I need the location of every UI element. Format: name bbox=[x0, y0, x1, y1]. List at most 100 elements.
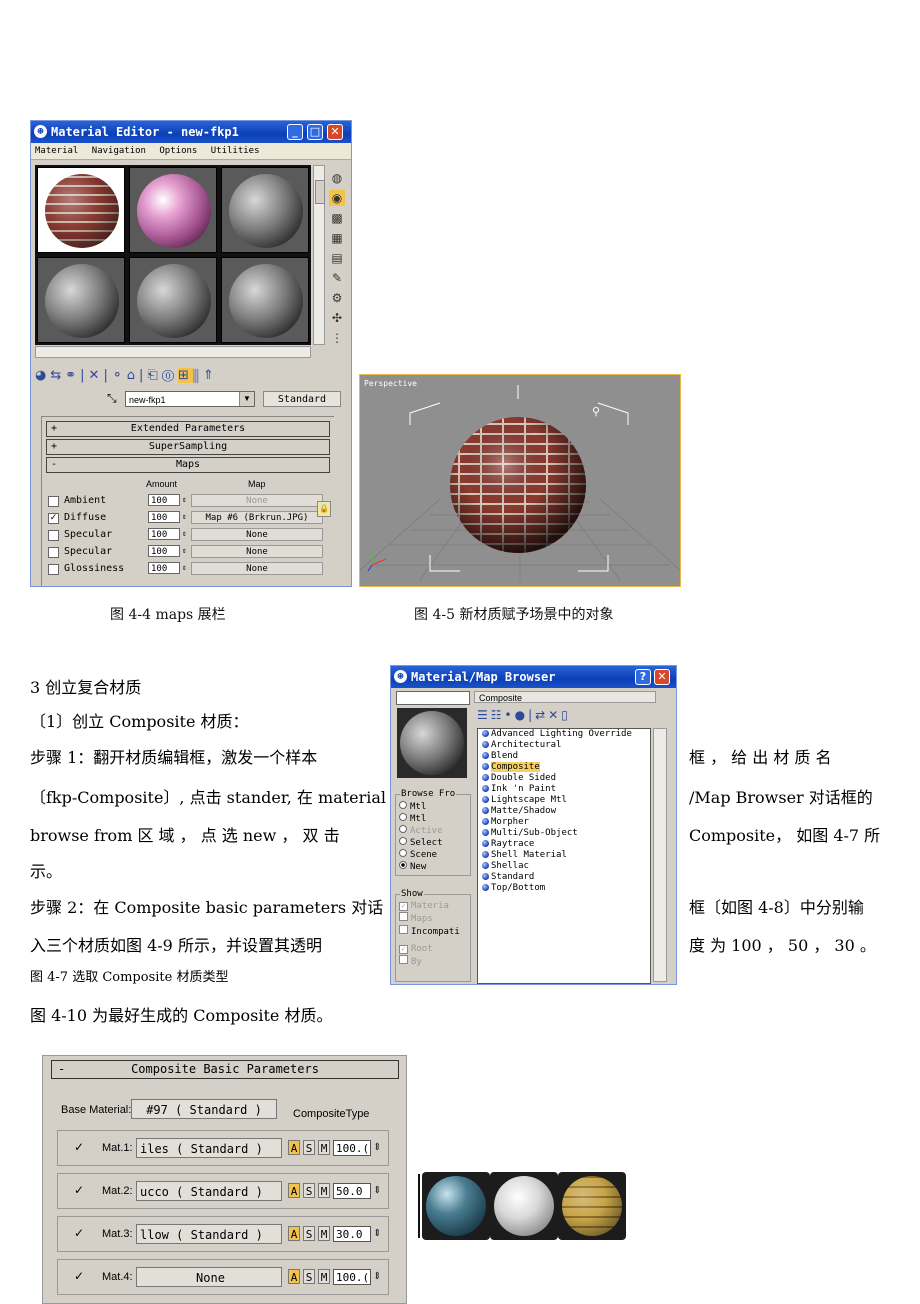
material-type-item[interactable]: Advanced Lighting Override bbox=[478, 729, 650, 740]
browser-titlebar[interactable]: ⊛ Material/Map Browser ? ✕ bbox=[391, 666, 676, 688]
reset-icon[interactable]: ✕ bbox=[89, 368, 104, 383]
sample-slot-5[interactable] bbox=[129, 257, 217, 343]
navigator-icon[interactable]: ⋮ bbox=[329, 330, 345, 346]
material-type-item[interactable]: Morpher bbox=[478, 817, 650, 828]
mix-toggle[interactable]: M bbox=[318, 1269, 330, 1284]
map-slot-button[interactable]: None bbox=[191, 528, 323, 541]
mat-amount-field[interactable]: 100.( bbox=[333, 1269, 371, 1285]
menu-navigation[interactable]: Navigation bbox=[92, 146, 146, 156]
rollout-supersampling[interactable]: + SuperSampling bbox=[46, 439, 330, 455]
base-material-button[interactable]: #97 ( Standard ) bbox=[131, 1099, 277, 1119]
mat-material-button[interactable]: ucco ( Standard ) bbox=[136, 1181, 282, 1201]
mat-material-button[interactable]: None bbox=[136, 1267, 282, 1287]
additive-toggle[interactable]: A bbox=[288, 1183, 300, 1198]
material-type-item[interactable]: Blend bbox=[478, 751, 650, 762]
map-amount-field[interactable]: 100 bbox=[148, 545, 180, 557]
select-by-material-icon[interactable]: ✣ bbox=[329, 310, 345, 326]
put-library-icon[interactable]: ⎗ bbox=[147, 368, 161, 383]
map-checkbox[interactable]: ✓ bbox=[48, 513, 59, 524]
spinner-icon[interactable]: ⇕ bbox=[373, 1226, 381, 1242]
subtractive-toggle[interactable]: S bbox=[303, 1269, 315, 1284]
menu-utilities[interactable]: Utilities bbox=[211, 146, 260, 156]
browser-list-scrollbar[interactable] bbox=[653, 728, 667, 982]
spinner-icon[interactable]: ⇕ bbox=[182, 562, 187, 574]
list-view-icon[interactable]: ☰ bbox=[477, 708, 491, 722]
scroll-thumb[interactable] bbox=[315, 180, 325, 204]
effects-channel-icon[interactable]: ⓪ bbox=[162, 368, 178, 383]
subtractive-toggle[interactable]: S bbox=[303, 1226, 315, 1241]
spinner-icon[interactable]: ⇕ bbox=[182, 528, 187, 540]
map-amount-field[interactable]: 100 bbox=[148, 562, 180, 574]
lock-icon[interactable]: 🔒 bbox=[317, 501, 331, 517]
mat-enable-checkbox[interactable]: ✓ bbox=[74, 1270, 84, 1282]
spinner-icon[interactable]: ⇕ bbox=[182, 545, 187, 557]
mix-toggle[interactable]: M bbox=[318, 1226, 330, 1241]
radio-active-slot[interactable]: Active bbox=[399, 825, 467, 837]
map-checkbox[interactable] bbox=[48, 547, 59, 558]
mat-amount-field[interactable]: 30.0 bbox=[333, 1226, 371, 1242]
mat-enable-checkbox[interactable]: ✓ bbox=[74, 1227, 84, 1239]
video-color-icon[interactable]: ▤ bbox=[329, 250, 345, 266]
perspective-viewport[interactable]: Perspective ⚲ bbox=[359, 374, 681, 587]
checkbox-maps[interactable]: Maps bbox=[399, 912, 467, 925]
checkbox-root[interactable]: ✓ Root bbox=[399, 944, 467, 955]
mix-toggle[interactable]: M bbox=[318, 1183, 330, 1198]
sample-slot-4[interactable] bbox=[37, 257, 125, 343]
large-icons-view-icon[interactable]: ● bbox=[515, 708, 528, 722]
close-button[interactable]: ✕ bbox=[654, 669, 670, 685]
background-icon[interactable]: ▩ bbox=[329, 210, 345, 226]
sample-slot-2[interactable] bbox=[129, 167, 217, 253]
map-checkbox[interactable] bbox=[48, 530, 59, 541]
spinner-icon[interactable]: ⇕ bbox=[373, 1140, 381, 1156]
material-type-item[interactable]: Architectural bbox=[478, 740, 650, 751]
map-checkbox[interactable] bbox=[48, 564, 59, 575]
checkbox-by[interactable]: By bbox=[399, 955, 467, 968]
sample-type-icon[interactable]: ◍ bbox=[329, 170, 345, 186]
material-type-item[interactable]: Shellac bbox=[478, 861, 650, 872]
rollout-extended-parameters[interactable]: + Extended Parameters bbox=[46, 421, 330, 437]
delete-icon[interactable]: ✕ bbox=[548, 708, 561, 722]
spinner-icon[interactable]: ⇕ bbox=[182, 511, 187, 523]
additive-toggle[interactable]: A bbox=[288, 1140, 300, 1155]
sample-slot-1[interactable] bbox=[37, 167, 125, 253]
material-type-item[interactable]: Double Sided bbox=[478, 773, 650, 784]
spinner-icon[interactable]: ⇕ bbox=[373, 1269, 381, 1285]
menu-options[interactable]: Options bbox=[159, 146, 197, 156]
help-button[interactable]: ? bbox=[635, 669, 651, 685]
spinner-icon[interactable]: ⇕ bbox=[373, 1183, 381, 1199]
slots-horizontal-scrollbar[interactable] bbox=[35, 346, 311, 358]
mat-amount-field[interactable]: 50.0 bbox=[333, 1183, 371, 1199]
chevron-down-icon[interactable]: ▼ bbox=[239, 392, 254, 406]
material-editor-titlebar[interactable]: ⊛ Material Editor - new-fkp1 _ □ ✕ bbox=[31, 121, 351, 143]
checkbox-incompatible[interactable]: Incompati bbox=[399, 925, 467, 938]
map-slot-button[interactable]: None bbox=[191, 545, 323, 558]
material-type-item[interactable]: Composite bbox=[478, 762, 650, 773]
pick-material-icon[interactable]: ⤡ bbox=[107, 391, 117, 406]
slots-vertical-scrollbar[interactable] bbox=[313, 165, 325, 345]
radio-mtl-library[interactable]: Mtl bbox=[399, 801, 467, 813]
map-slot-button[interactable]: None bbox=[191, 494, 323, 507]
additive-toggle[interactable]: A bbox=[288, 1226, 300, 1241]
small-icons-view-icon[interactable]: • bbox=[505, 708, 515, 722]
clear-icon[interactable]: ▯ bbox=[561, 708, 571, 722]
minimize-button[interactable]: _ bbox=[287, 124, 303, 140]
material-type-item[interactable]: Standard bbox=[478, 872, 650, 883]
copy-icon[interactable]: ⚬ bbox=[112, 368, 127, 383]
map-amount-field[interactable]: 100 bbox=[148, 494, 180, 506]
subtractive-toggle[interactable]: S bbox=[303, 1140, 315, 1155]
show-map-icon[interactable]: ⊞ bbox=[177, 368, 193, 383]
maximize-button[interactable]: □ bbox=[307, 124, 323, 140]
unique-icon[interactable]: ⌂ bbox=[127, 368, 139, 383]
mix-toggle[interactable]: M bbox=[318, 1140, 330, 1155]
map-amount-field[interactable]: 100 bbox=[148, 528, 180, 540]
material-type-item[interactable]: Matte/Shadow bbox=[478, 806, 650, 817]
put-to-scene-icon[interactable]: ⇆ bbox=[50, 368, 65, 383]
material-type-item[interactable]: Ink 'n Paint bbox=[478, 784, 650, 795]
radio-new[interactable]: New bbox=[399, 861, 467, 873]
material-type-item[interactable]: Lightscape Mtl bbox=[478, 795, 650, 806]
map-amount-field[interactable]: 100 bbox=[148, 511, 180, 523]
subtractive-toggle[interactable]: S bbox=[303, 1183, 315, 1198]
go-parent-icon[interactable]: ⇑ bbox=[203, 368, 218, 383]
uv-tiling-icon[interactable]: ▦ bbox=[329, 230, 345, 246]
assign-material-icon[interactable]: ⚭ bbox=[65, 368, 80, 383]
